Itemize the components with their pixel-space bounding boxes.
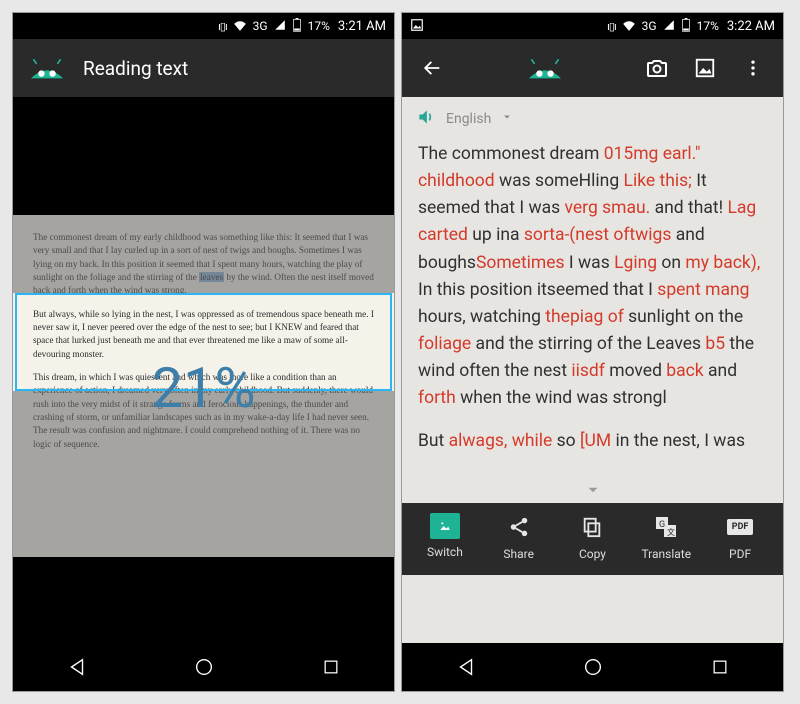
recents-button[interactable]	[690, 647, 750, 687]
battery-pct: 17%	[308, 19, 330, 33]
app-logo-icon	[27, 55, 67, 81]
tool-label: PDF	[729, 547, 751, 561]
collapse-handle[interactable]	[402, 481, 783, 503]
bottom-toolbar: Switch Share Copy G文 Translate PDF PDF	[402, 503, 783, 575]
pdf-button[interactable]: PDF PDF	[706, 513, 774, 561]
document-photo: The commonest dream of my early childhoo…	[13, 215, 394, 557]
pdf-icon: PDF	[726, 513, 754, 541]
battery-icon	[292, 18, 302, 35]
camera-preview[interactable]: The commonest dream of my early childhoo…	[13, 97, 394, 643]
cell-icon	[274, 19, 286, 34]
tool-label: Share	[503, 547, 534, 561]
wifi-icon	[622, 19, 636, 34]
ocr-result-area: English The commonest dream 015mg earl."…	[402, 97, 783, 643]
tool-label: Translate	[641, 547, 691, 561]
copy-icon	[578, 513, 606, 541]
app-bar	[402, 39, 783, 97]
network-label: 3G	[253, 19, 268, 33]
network-label: 3G	[642, 19, 657, 33]
share-icon	[505, 513, 533, 541]
cell-icon	[663, 19, 675, 34]
app-bar-title: Reading text	[83, 57, 188, 80]
translate-button[interactable]: G文 Translate	[632, 513, 700, 561]
language-label: English	[446, 111, 491, 127]
camera-button[interactable]	[637, 48, 677, 88]
clock: 3:22 AM	[727, 19, 775, 34]
android-nav-bar	[402, 643, 783, 691]
recents-button[interactable]	[301, 647, 361, 687]
home-button[interactable]	[174, 647, 234, 687]
share-button[interactable]: Share	[485, 513, 553, 561]
status-bar: ı▯ı 3G 17% 3:21 AM	[13, 13, 394, 39]
ocr-text[interactable]: The commonest dream 015mg earl." childho…	[402, 135, 783, 481]
status-bar: ı▯ı 3G 17% 3:22 AM	[402, 13, 783, 39]
svg-text:文: 文	[667, 527, 675, 537]
switch-button[interactable]: Switch	[411, 513, 479, 561]
translate-icon: G文	[652, 513, 680, 541]
back-button[interactable]	[47, 647, 107, 687]
app-bar: Reading text	[13, 39, 394, 97]
speaker-icon[interactable]	[416, 107, 436, 131]
vibrate-icon: ı▯ı	[218, 20, 227, 33]
app-logo-icon	[525, 55, 565, 81]
overflow-menu-button[interactable]	[733, 48, 773, 88]
image-icon	[430, 513, 460, 539]
back-button[interactable]	[436, 647, 496, 687]
android-nav-bar	[13, 643, 394, 691]
battery-icon	[681, 18, 691, 35]
image-notification-icon	[410, 18, 424, 35]
vibrate-icon: ı▯ı	[607, 20, 616, 33]
tool-label: Copy	[579, 547, 606, 561]
gallery-button[interactable]	[685, 48, 725, 88]
home-button[interactable]	[563, 647, 623, 687]
phone-right: ı▯ı 3G 17% 3:22 AM Engli	[401, 12, 784, 692]
language-selector[interactable]: English	[402, 97, 783, 135]
back-arrow-button[interactable]	[412, 48, 452, 88]
tool-label: Switch	[427, 545, 463, 559]
clock: 3:21 AM	[338, 19, 386, 34]
battery-pct: 17%	[697, 19, 719, 33]
phone-left: ı▯ı 3G 17% 3:21 AM Reading text The comm…	[12, 12, 395, 692]
wifi-icon	[233, 19, 247, 34]
svg-text:G: G	[659, 520, 665, 530]
copy-button[interactable]: Copy	[558, 513, 626, 561]
dropdown-icon	[501, 111, 513, 127]
